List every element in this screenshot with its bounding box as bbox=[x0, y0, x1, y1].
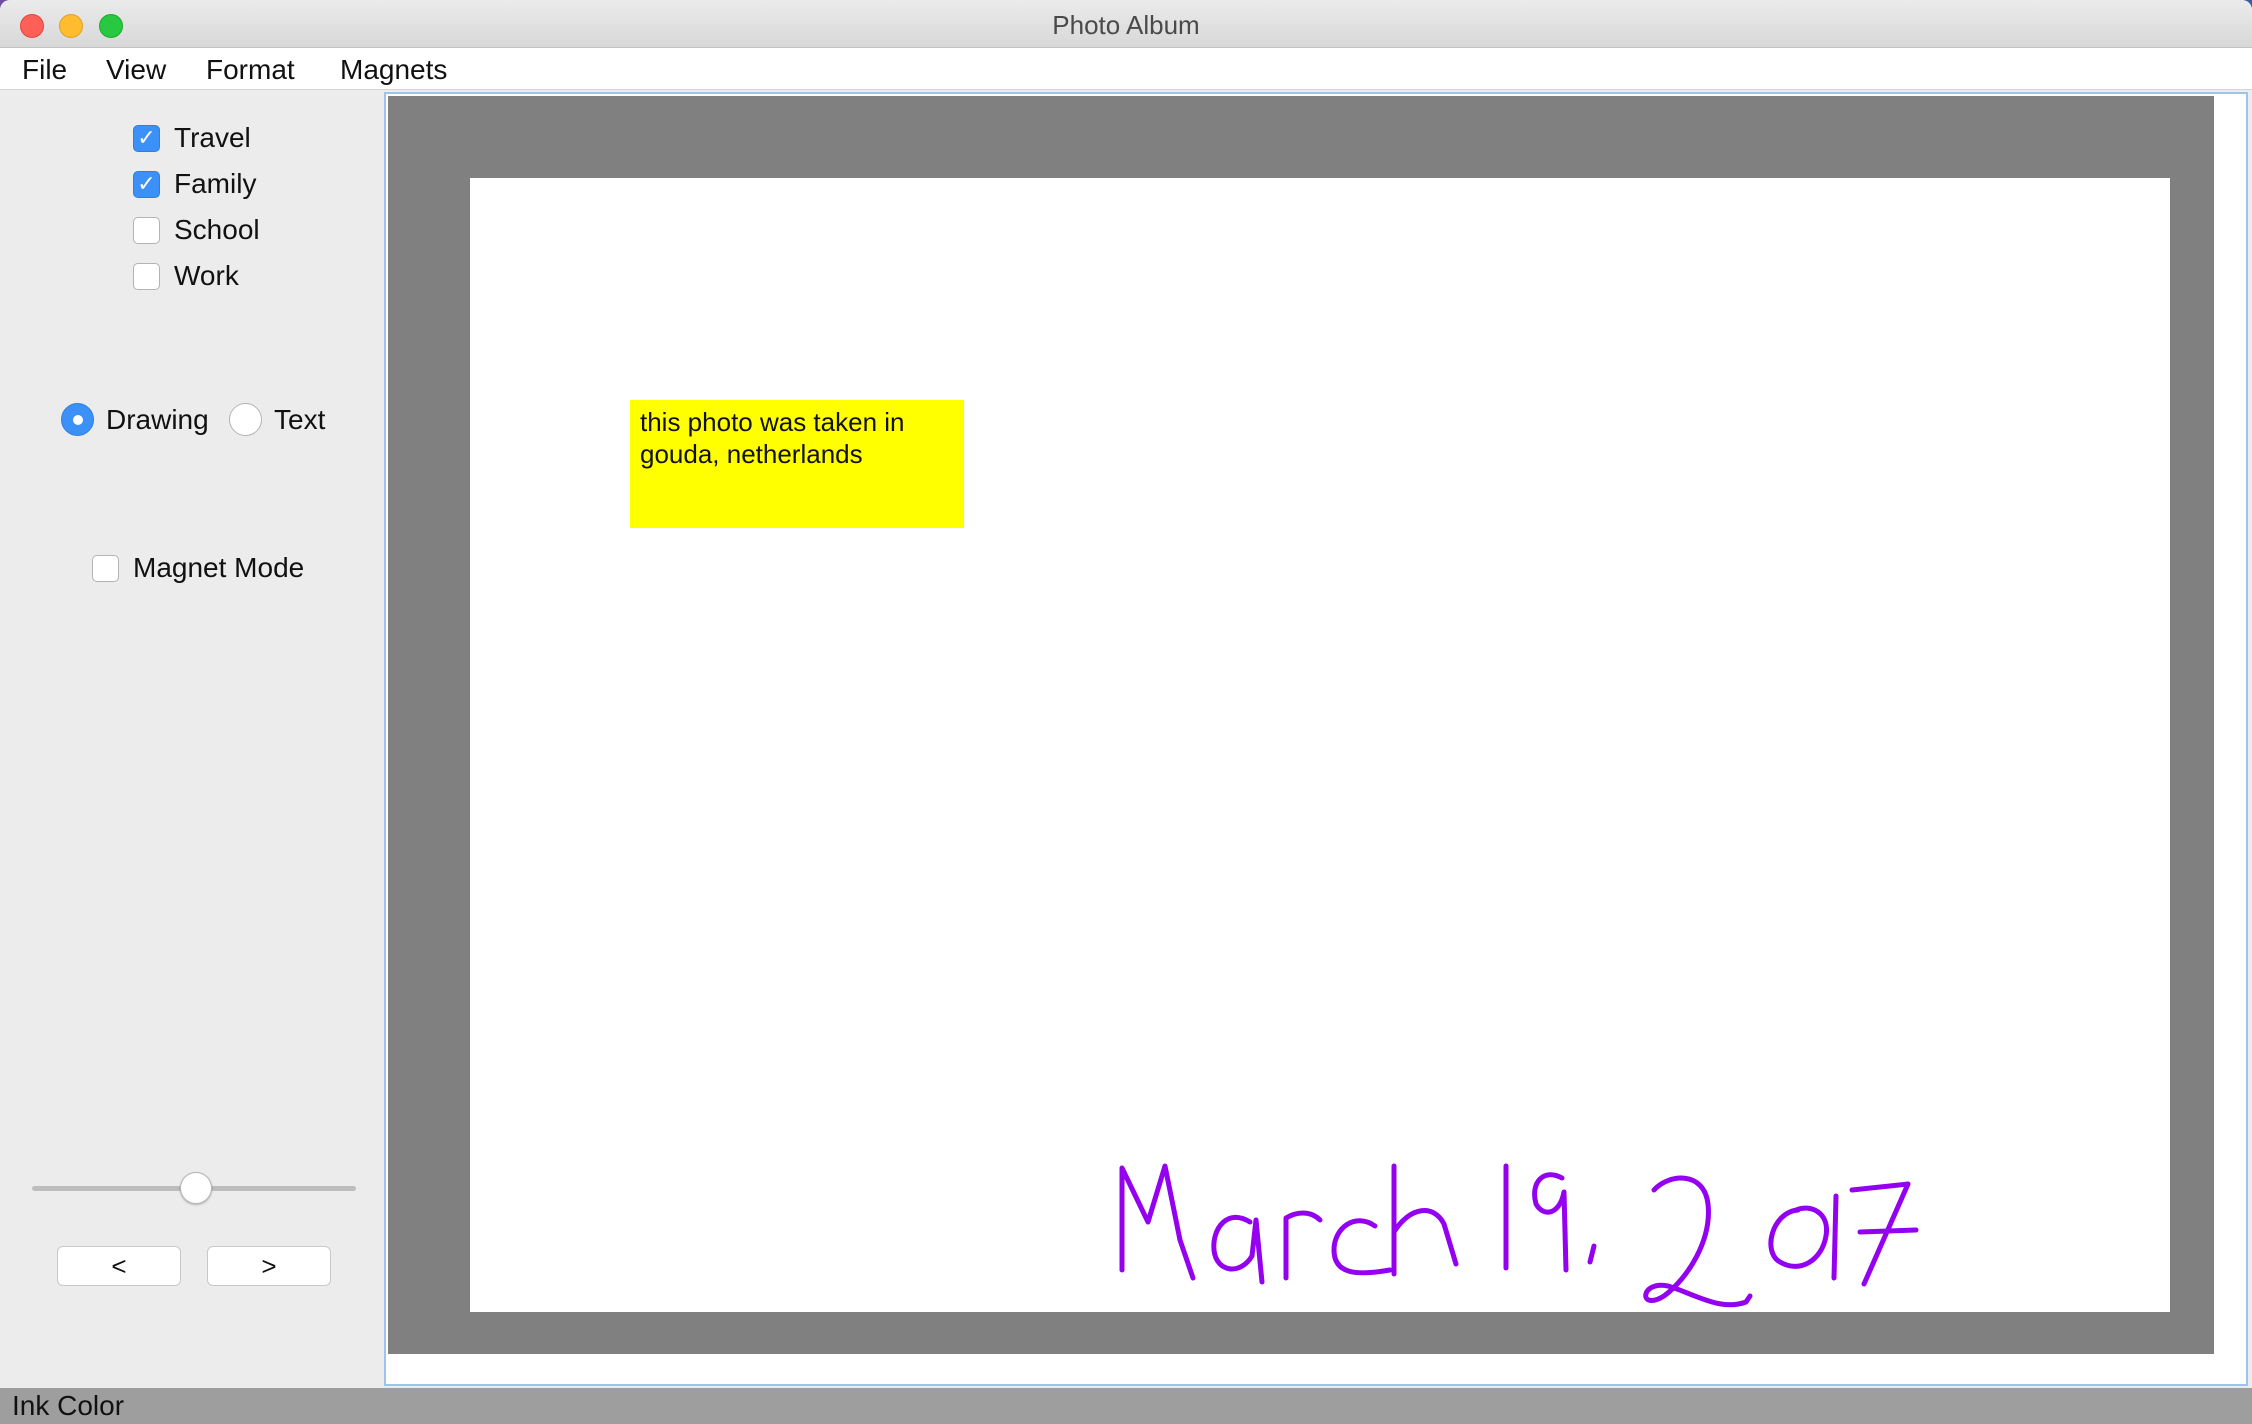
window-title: Photo Album bbox=[1052, 10, 1200, 40]
sticky-note[interactable]: this photo was taken in gouda, netherlan… bbox=[630, 400, 964, 528]
tag-school[interactable]: School bbox=[133, 214, 260, 246]
mode-text[interactable]: Text bbox=[229, 403, 325, 436]
magnet-mode-toggle[interactable]: Magnet Mode bbox=[92, 552, 304, 584]
ink-color-label[interactable]: Ink Color bbox=[12, 1390, 124, 1422]
photo-page[interactable] bbox=[470, 178, 2170, 1312]
title-bar: Photo Album bbox=[0, 0, 2252, 48]
tag-family[interactable]: ✓ Family bbox=[133, 168, 256, 200]
magnet-mode-label: Magnet Mode bbox=[133, 552, 305, 583]
school-checkbox[interactable] bbox=[133, 216, 160, 244]
drawing-label: Drawing bbox=[106, 403, 209, 435]
tag-work[interactable]: Work bbox=[133, 260, 239, 292]
travel-checkbox[interactable]: ✓ bbox=[133, 124, 160, 152]
menu-file[interactable]: File bbox=[22, 54, 67, 86]
tag-travel[interactable]: ✓ Travel bbox=[133, 122, 251, 154]
menu-view[interactable]: View bbox=[106, 54, 166, 86]
mode-drawing[interactable]: Drawing bbox=[61, 403, 209, 436]
school-label: School bbox=[174, 214, 260, 245]
drawing-radio[interactable] bbox=[61, 403, 94, 436]
family-checkbox[interactable]: ✓ bbox=[133, 170, 160, 198]
work-checkbox[interactable] bbox=[133, 262, 160, 290]
work-label: Work bbox=[174, 260, 239, 291]
travel-label: Travel bbox=[174, 122, 251, 153]
menu-format[interactable]: Format bbox=[206, 54, 295, 86]
magnet-mode-checkbox[interactable] bbox=[92, 554, 119, 582]
previous-page-button[interactable]: < bbox=[57, 1246, 181, 1286]
text-radio[interactable] bbox=[229, 403, 262, 436]
text-label: Text bbox=[274, 403, 326, 435]
family-label: Family bbox=[174, 168, 257, 199]
menu-bar: File View Format Magnets bbox=[0, 48, 2252, 90]
status-bar: Ink Color bbox=[0, 1388, 2252, 1424]
menu-magnets[interactable]: Magnets bbox=[340, 54, 447, 86]
app-window: Photo Album File View Format Magnets ✓ T… bbox=[0, 0, 2252, 1424]
zoom-slider-thumb[interactable] bbox=[180, 1172, 212, 1204]
next-page-button[interactable]: > bbox=[207, 1246, 331, 1286]
